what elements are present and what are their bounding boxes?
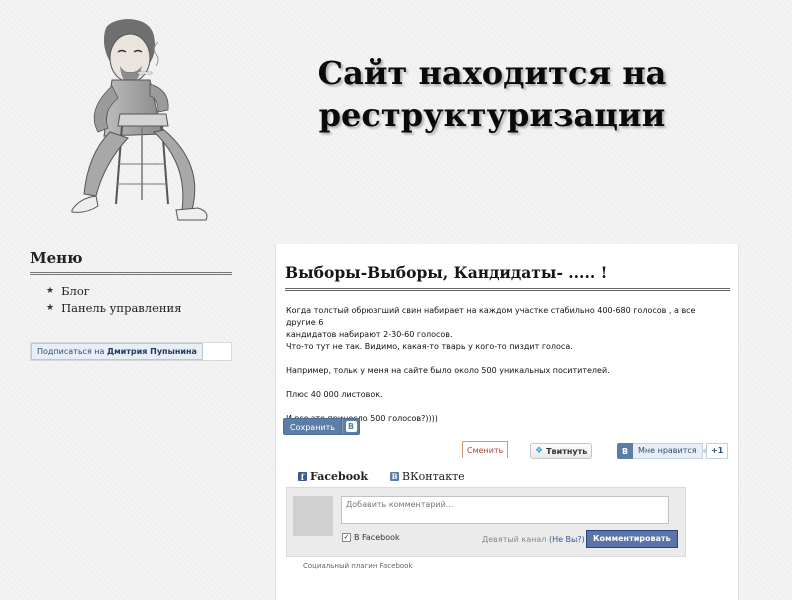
- headline-line-2: реструктуризации: [318, 96, 666, 134]
- checkbox-icon: ✓: [342, 533, 351, 542]
- vk-save-button[interactable]: Сохранить B: [283, 418, 360, 435]
- tab-facebook[interactable]: f Facebook: [298, 470, 368, 483]
- post-line: Что-то тут не так. Видимо, какая-то твар…: [286, 342, 573, 351]
- vk-like-button[interactable]: B Мне нравится: [617, 443, 703, 459]
- menu-item-label[interactable]: Блог: [61, 283, 90, 300]
- facebook-icon: f: [298, 472, 307, 482]
- twitter-bird-icon: ❖: [535, 446, 544, 456]
- comment-tabs: f Facebook B ВКонтакте: [298, 470, 465, 483]
- post-line: Когда толстый обрюзгший свин набирает на…: [286, 306, 696, 327]
- change-button[interactable]: Сменить: [462, 441, 509, 458]
- post-line: кандидатов набирают 2-30-60 голосов.: [286, 330, 453, 339]
- post-line: Например, тольк у меня на сайте было око…: [286, 366, 610, 375]
- like-label: Мне нравится: [633, 443, 703, 459]
- post-line: Плюс 40 000 листовок.: [286, 390, 383, 399]
- vk-icon: B: [390, 472, 400, 481]
- star-icon: ★: [46, 303, 55, 313]
- caricature-illustration: [58, 14, 218, 224]
- subscribe-prefix: Подписаться на: [37, 347, 105, 356]
- tab-facebook-label: Facebook: [310, 470, 369, 483]
- subscribe-widget: Подписаться на Дмитрия Пупынина: [30, 342, 232, 361]
- post-title: Выборы-Выборы, Кандидаты- ..... !: [285, 263, 730, 291]
- save-label: Сохранить: [283, 418, 342, 435]
- like-count: +1: [701, 443, 729, 459]
- vk-icon: B: [617, 443, 633, 459]
- avatar: [293, 496, 333, 536]
- vk-letter: B: [345, 421, 357, 432]
- menu-title: Меню: [30, 249, 232, 275]
- subscribe-name: Дмитрия Пупынина: [106, 347, 197, 356]
- comment-identity: Девятый канал (Не Вы?): [482, 535, 585, 544]
- man-on-chair-drawing: [71, 19, 208, 221]
- menu-list: ★ Блог ★ Панель управления: [30, 283, 232, 317]
- tweet-button[interactable]: ❖ Твитнуть: [530, 443, 593, 459]
- facebook-comment-box: Добавить комментарий... ✓ В Facebook Дев…: [286, 487, 686, 557]
- maintenance-headline: Сайт находится на реструктуризации: [292, 52, 692, 136]
- menu-item-control-panel[interactable]: ★ Панель управления: [46, 300, 232, 317]
- checkbox-label: В Facebook: [354, 533, 400, 542]
- plugin-note: Социальный плагин Facebook: [303, 562, 413, 570]
- post-body: Когда толстый обрюзгший свин набирает на…: [286, 305, 726, 425]
- comment-input[interactable]: Добавить комментарий...: [341, 496, 669, 524]
- vk-icon: B: [342, 418, 360, 435]
- star-icon: ★: [46, 286, 55, 296]
- headline-line-1: Сайт находится на: [317, 54, 667, 92]
- post-panel: Выборы-Выборы, Кандидаты- ..... ! Когда …: [275, 244, 739, 600]
- post-to-facebook-checkbox[interactable]: ✓ В Facebook: [342, 533, 400, 542]
- tab-vk-label: ВКонтакте: [402, 470, 465, 483]
- tab-vkontakte[interactable]: B ВКонтакте: [390, 470, 465, 483]
- tweet-label: Твитнуть: [546, 446, 588, 456]
- sidebar: Меню ★ Блог ★ Панель управления Подписат…: [30, 249, 232, 361]
- subscribe-button[interactable]: Подписаться на Дмитрия Пупынина: [31, 343, 203, 360]
- channel-name: Девятый канал: [482, 535, 547, 544]
- not-you-link[interactable]: (Не Вы?): [549, 535, 585, 544]
- menu-item-label[interactable]: Панель управления: [61, 300, 181, 317]
- comment-submit-button[interactable]: Комментировать: [586, 530, 678, 548]
- menu-item-blog[interactable]: ★ Блог: [46, 283, 232, 300]
